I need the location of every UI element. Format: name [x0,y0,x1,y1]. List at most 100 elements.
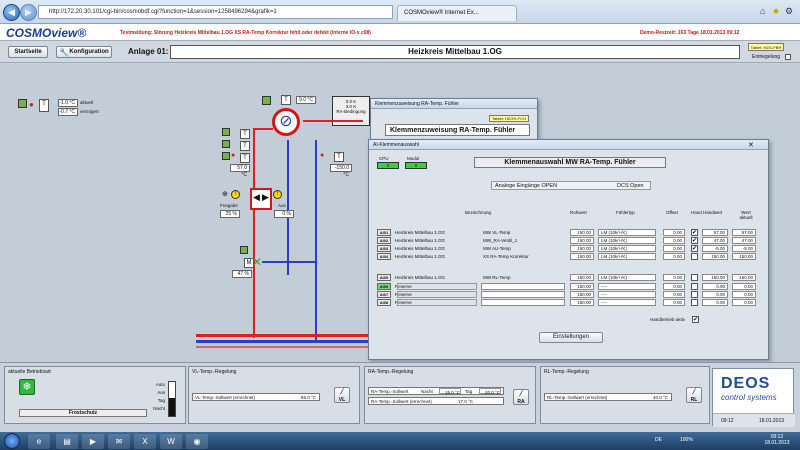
hand-value-field[interactable]: 47.00 [702,237,728,244]
alarm-message[interactable]: Testmeldung: Störung Heizkreis Mittelbau… [120,30,371,36]
terminal-button[interactable]: AI03 [377,245,391,252]
ra-nacht-value[interactable]: 15.0 °C [439,388,461,395]
offset-field[interactable]: 0.00 [663,299,685,306]
sensor-type-select[interactable]: ---- [598,283,656,290]
firefox-icon[interactable]: ◉ [186,434,208,449]
pump-left-icon[interactable]: ⊕ [222,190,228,198]
media-icon[interactable]: ▶ [82,434,104,449]
offset-field[interactable]: 0.00 [663,291,685,298]
mode-tag[interactable]: Tag [153,397,165,405]
wrench-icon: 🔧 [59,48,69,57]
terminal-button[interactable]: AI01 [377,229,391,236]
hand-checkbox[interactable] [691,291,698,298]
info-arrow-icon[interactable] [262,96,271,105]
sensor-type-select[interactable]: ---- [598,291,656,298]
hand-checkbox[interactable]: ✔ [691,237,698,244]
hand-value-field[interactable]: 0.00 [702,283,728,290]
sensor-type-select[interactable]: LM (10k/+/K) [598,274,656,281]
hand-checkbox[interactable]: ✔ [691,245,698,252]
terminal-button[interactable]: AI08 [377,299,391,306]
vl-curve-button[interactable]: ╱ VL [334,387,350,403]
sensor-type-select[interactable]: LM (10k/+/K) [598,245,656,252]
thermometer-icon[interactable]: T [240,153,250,163]
home-icon[interactable]: ⌂ [760,6,765,16]
hand-checkbox[interactable] [691,253,698,260]
outlook-icon[interactable]: ✉ [108,434,130,449]
offset-field[interactable]: 0.00 [663,237,685,244]
reserve-name-field[interactable] [397,283,477,290]
info-arrow-icon[interactable] [222,128,230,136]
gear-icon[interactable]: ⚙ [785,6,793,17]
config-button[interactable]: 🔧 Konfiguration [56,46,112,58]
hand-value-field[interactable]: -5.00 [702,245,728,252]
hand-value-field[interactable]: 150.00 [702,253,728,260]
sensor-type-select[interactable]: LM (10k/+/K) [598,229,656,236]
info-arrow-icon[interactable] [240,246,248,254]
terminal-selection-dialog[interactable]: AI-Klemmenauswahl ✕ CPU Modul 0 0 Klemme… [368,139,769,360]
thermometer-icon[interactable]: T [39,99,49,112]
start-button[interactable]: Startseite [8,46,48,58]
tab-cosmoview[interactable]: COSMOview® Internet Ex... [397,5,517,21]
terminal-button[interactable]: AI04 [377,253,391,260]
sensor-type-select[interactable]: ---- [598,299,656,306]
offset-field[interactable]: 0.00 [663,245,685,252]
terminal-button[interactable]: AI02 [377,237,391,244]
reserve-description-field[interactable] [481,299,565,306]
pump-pair[interactable]: ◀ ▶ [250,188,272,210]
hand-value-field[interactable]: 150.00 [702,274,728,281]
word-icon[interactable]: W [160,434,182,449]
handbetrieb-checkbox[interactable]: ✔ [692,316,699,323]
sensor-type-select[interactable]: LM (10k/+/K) [598,253,656,260]
heat-exchanger-icon[interactable]: ⊘ [272,108,300,136]
start-orb-icon[interactable] [4,433,20,449]
hand-value-field[interactable]: 0.00 [702,291,728,298]
sensor-type-select[interactable]: LM (10k/+/K) [598,237,656,244]
reserve-description-field[interactable] [481,291,565,298]
explorer-icon[interactable]: ▤ [56,434,78,449]
mixing-valve-icon[interactable]: ✕ [252,255,262,269]
zoom-level[interactable]: 100% [680,437,693,443]
terminal-button[interactable]: AI07 [377,291,391,298]
info-arrow-icon[interactable] [222,140,230,148]
mode-auto[interactable]: Auto [153,381,165,389]
info-arrow-icon[interactable] [222,152,230,160]
hand-checkbox[interactable] [691,283,698,290]
hand-checkbox[interactable] [691,274,698,281]
ra-curve-button[interactable]: ╱ RA [513,389,529,405]
hand-checkbox[interactable] [691,299,698,306]
ie-icon[interactable]: e [28,434,50,449]
reserve-name-field[interactable] [397,291,477,298]
thermometer-icon[interactable]: T [281,95,291,105]
close-icon[interactable]: ✕ [748,141,754,149]
forward-arrow-icon[interactable]: ▶ [20,4,37,21]
offset-field[interactable]: 0.00 [663,274,685,281]
hand-value-field[interactable]: 0.00 [702,299,728,306]
offset-field[interactable]: 0.00 [663,253,685,260]
modul-label: Modul [407,156,420,161]
back-arrow-icon[interactable]: ◀ [3,4,20,21]
excel-icon[interactable]: X [134,434,156,449]
star-icon[interactable]: ★ [772,6,780,17]
entriegelung-checkbox[interactable] [785,54,791,60]
offset-field[interactable]: 0.00 [663,283,685,290]
terminal-button[interactable]: AI05 [377,274,391,281]
settings-button[interactable]: Einstellungen [539,332,603,343]
info-arrow-icon[interactable] [18,99,27,108]
mode-slider[interactable] [168,381,176,417]
offset-field[interactable]: 0.00 [663,229,685,236]
mode-aus[interactable]: Aus [153,389,165,397]
hand-checkbox[interactable]: ✔ [691,229,698,236]
mode-slider-knob[interactable] [169,398,175,416]
mode-nacht[interactable]: Nacht [153,405,165,413]
address-bar[interactable]: http://172.20.30.101/cgi-bin/cosmobdf.cg… [38,5,393,19]
terminal-button[interactable]: AI06 [377,283,391,290]
hand-value-field[interactable]: 57.00 [702,229,728,236]
reserve-description-field[interactable] [481,283,565,290]
rl-curve-button[interactable]: ╱ RL [686,387,702,403]
ra-tag-value[interactable]: 20.0 °C [479,388,501,395]
language-indicator[interactable]: DE [655,437,662,443]
reserve-name-field[interactable] [397,299,477,306]
thermometer-icon[interactable]: T [240,129,250,139]
thermometer-icon[interactable]: T [334,152,344,162]
thermometer-icon[interactable]: T [240,141,250,151]
